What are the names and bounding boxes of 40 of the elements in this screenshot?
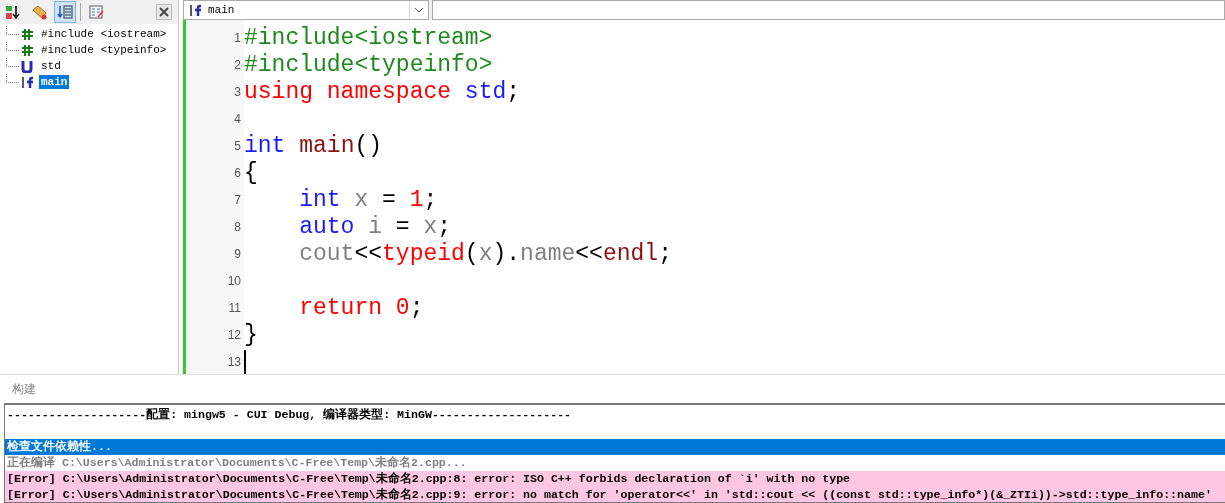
line-number: 6 — [233, 165, 242, 180]
line-number: 10 — [226, 273, 242, 288]
line-number: 11 — [227, 300, 242, 315]
line-number: 4 — [233, 111, 242, 126]
line-number: 9 — [233, 246, 242, 261]
line-number: 12 — [226, 327, 242, 342]
line-number: 8 — [233, 219, 242, 234]
hash-icon — [21, 43, 34, 57]
code-line: #include<iostream> — [244, 24, 493, 51]
code-line: using namespace std; — [244, 78, 521, 105]
code-line: int main() — [244, 132, 383, 159]
function-icon — [189, 3, 202, 17]
namespace-icon — [21, 59, 34, 73]
function-icon — [21, 75, 34, 89]
hash-icon — [21, 27, 34, 41]
output-line[interactable]: --------------------配置: mingw5 - CUI Debug, 编译器类型: MinGW-------------------- — [5, 407, 1225, 423]
chevron-down-icon — [414, 7, 424, 13]
combo-field[interactable] — [432, 0, 1225, 20]
close-button[interactable] — [156, 4, 172, 20]
line-number: 1 — [233, 30, 242, 45]
code-line: cout<<typeid(x).name<<endl; — [298, 240, 672, 267]
code-line: #include<typeinfo> — [244, 51, 493, 78]
line-number: 5 — [233, 138, 242, 153]
code-line: } — [244, 321, 258, 348]
code-line: int x = 1; — [298, 186, 438, 213]
tree-item[interactable]: #include <typeinfo> — [39, 43, 169, 57]
code-line: return 0; — [298, 294, 424, 321]
line-number: 7 — [233, 192, 242, 207]
tree-item[interactable]: std — [39, 59, 63, 73]
output-line[interactable]: 正在编译 C:\Users\Administrator\Documents\C-Free\Temp\未命名2.cpp... — [5, 455, 1225, 471]
line-number: 2 — [233, 57, 242, 72]
code-line: auto i = x; — [298, 213, 452, 240]
panel-title: 构建 — [0, 374, 1225, 403]
line-number: 13 — [226, 354, 242, 369]
tree-item[interactable]: main — [39, 75, 70, 89]
line-number: 3 — [233, 84, 242, 99]
function-dropdown[interactable]: main — [183, 0, 429, 20]
list-icon-button[interactable] — [54, 1, 76, 23]
code-line: { — [244, 159, 258, 186]
tree-item[interactable]: #include <iostream> — [39, 27, 169, 41]
